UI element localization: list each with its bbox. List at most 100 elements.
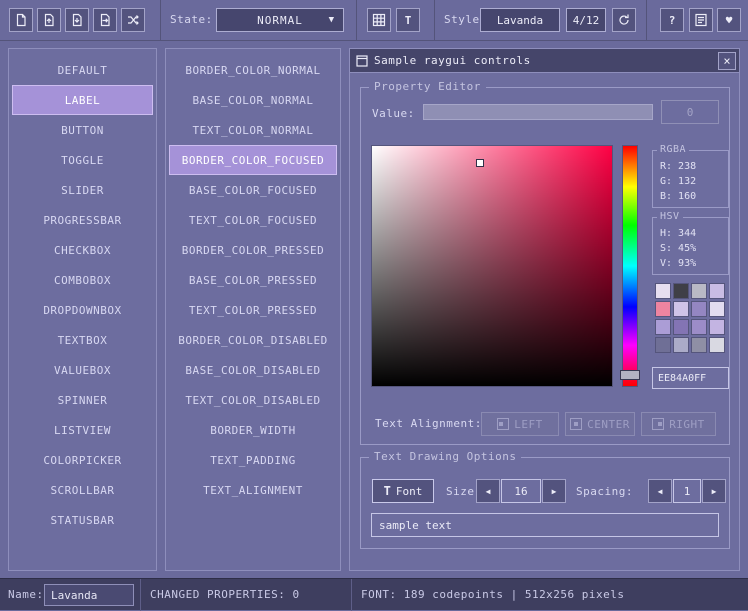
- property-item-selected[interactable]: BORDER_COLOR_FOCUSED: [169, 145, 337, 175]
- control-item-combobox[interactable]: COMBOBOX: [12, 265, 153, 295]
- palette-swatch[interactable]: [655, 301, 671, 317]
- help-button[interactable]: ?: [660, 8, 684, 32]
- style-table-button[interactable]: [367, 8, 391, 32]
- export-style-button[interactable]: [93, 8, 117, 32]
- statusbar-divider: [351, 579, 352, 611]
- palette-swatch[interactable]: [655, 337, 671, 353]
- properties-list: BORDER_COLOR_NORMAL BASE_COLOR_NORMAL TE…: [165, 48, 341, 571]
- property-item[interactable]: TEXT_COLOR_DISABLED: [169, 385, 337, 415]
- control-item-toggle[interactable]: TOGGLE: [12, 145, 153, 175]
- palette-swatch[interactable]: [673, 319, 689, 335]
- help-icon: ?: [669, 14, 676, 27]
- font-atlas-button[interactable]: T: [396, 8, 420, 32]
- reload-style-button[interactable]: [612, 8, 636, 32]
- hue-slider[interactable]: [622, 145, 638, 387]
- control-item-label[interactable]: LABEL: [12, 85, 153, 115]
- property-item[interactable]: BASE_COLOR_DISABLED: [169, 355, 337, 385]
- value-slider: [423, 104, 653, 120]
- property-item[interactable]: BASE_COLOR_PRESSED: [169, 265, 337, 295]
- window-titlebar[interactable]: Sample raygui controls ×: [350, 49, 739, 73]
- palette-swatch[interactable]: [709, 283, 725, 299]
- sample-controls-window: Sample raygui controls × Property Editor…: [349, 48, 740, 571]
- control-item-default[interactable]: DEFAULT: [12, 55, 153, 85]
- random-style-button[interactable]: [121, 8, 145, 32]
- palette-swatch[interactable]: [673, 283, 689, 299]
- left-arrow-icon: ◀: [658, 487, 663, 496]
- hex-color-input[interactable]: EE84A0FF: [652, 367, 729, 389]
- control-item-textbox[interactable]: TEXTBOX: [12, 325, 153, 355]
- palette-swatch[interactable]: [655, 283, 671, 299]
- palette-swatch[interactable]: [691, 301, 707, 317]
- property-item[interactable]: TEXT_COLOR_PRESSED: [169, 295, 337, 325]
- control-item-slider[interactable]: SLIDER: [12, 175, 153, 205]
- size-decrease-button[interactable]: ◀: [476, 479, 500, 503]
- property-item[interactable]: TEXT_PADDING: [169, 445, 337, 475]
- property-item[interactable]: BASE_COLOR_NORMAL: [169, 85, 337, 115]
- font-button-label: Font: [396, 485, 423, 498]
- property-item[interactable]: TEXT_COLOR_NORMAL: [169, 115, 337, 145]
- palette-swatch[interactable]: [709, 319, 725, 335]
- font-T-icon: T: [384, 484, 391, 498]
- control-item-spinner[interactable]: SPINNER: [12, 385, 153, 415]
- name-label: Name:: [8, 579, 44, 611]
- size-value-box[interactable]: 16: [501, 479, 541, 503]
- color-picker-area[interactable]: [371, 145, 613, 387]
- align-center-button: CENTER: [565, 412, 635, 436]
- hex-color-value: EE84A0FF: [658, 373, 706, 384]
- property-item[interactable]: BORDER_COLOR_DISABLED: [169, 325, 337, 355]
- font-info-status: FONT: 189 codepoints | 512x256 pixels: [361, 579, 625, 611]
- property-editor-group-title: Property Editor: [369, 80, 486, 93]
- palette-swatch[interactable]: [709, 337, 725, 353]
- window-close-button[interactable]: ×: [718, 52, 736, 70]
- control-item-dropdownbox[interactable]: DROPDOWNBOX: [12, 295, 153, 325]
- about-button[interactable]: [689, 8, 713, 32]
- new-style-button[interactable]: [9, 8, 33, 32]
- control-item-valuebox[interactable]: VALUEBOX: [12, 355, 153, 385]
- spacing-value-box[interactable]: 1: [673, 479, 701, 503]
- right-arrow-icon: ▶: [712, 487, 717, 496]
- control-item-button[interactable]: BUTTON: [12, 115, 153, 145]
- property-item[interactable]: TEXT_COLOR_FOCUSED: [169, 205, 337, 235]
- control-item-colorpicker[interactable]: COLORPICKER: [12, 445, 153, 475]
- load-file-icon: [42, 13, 56, 27]
- size-increase-button[interactable]: ▶: [542, 479, 566, 503]
- control-item-listview[interactable]: LISTVIEW: [12, 415, 153, 445]
- style-counter[interactable]: 4/12: [566, 8, 606, 32]
- palette-swatch[interactable]: [691, 283, 707, 299]
- style-name-statusbox[interactable]: Lavanda: [44, 584, 134, 606]
- text-drawing-options-title: Text Drawing Options: [369, 450, 521, 463]
- palette-swatch[interactable]: [691, 337, 707, 353]
- style-counter-value: 4/12: [573, 14, 600, 27]
- toolbar-divider: [356, 0, 357, 40]
- state-dropdown-value: NORMAL: [257, 14, 303, 27]
- state-dropdown[interactable]: NORMAL ▼: [216, 8, 344, 32]
- property-item[interactable]: BORDER_WIDTH: [169, 415, 337, 445]
- font-button[interactable]: T Font: [372, 479, 434, 503]
- hue-slider-handle[interactable]: [620, 370, 640, 380]
- spacing-decrease-button[interactable]: ◀: [648, 479, 672, 503]
- style-name-input[interactable]: Lavanda: [480, 8, 560, 32]
- palette-swatch[interactable]: [673, 301, 689, 317]
- property-item[interactable]: TEXT_ALIGNMENT: [169, 475, 337, 505]
- control-item-progressbar[interactable]: PROGRESSBAR: [12, 205, 153, 235]
- spacing-increase-button[interactable]: ▶: [702, 479, 726, 503]
- property-item[interactable]: BASE_COLOR_FOCUSED: [169, 175, 337, 205]
- palette-swatch[interactable]: [655, 319, 671, 335]
- color-picker-cursor[interactable]: [476, 159, 484, 167]
- property-item[interactable]: BORDER_COLOR_PRESSED: [169, 235, 337, 265]
- sponsor-button[interactable]: ♥: [717, 8, 741, 32]
- load-style-button[interactable]: [37, 8, 61, 32]
- property-item[interactable]: BORDER_COLOR_NORMAL: [169, 55, 337, 85]
- sample-text-input[interactable]: sample text: [371, 513, 719, 537]
- changed-properties-status: CHANGED PROPERTIES: 0: [150, 579, 300, 611]
- palette-swatch[interactable]: [691, 319, 707, 335]
- control-item-statusbar[interactable]: STATUSBAR: [12, 505, 153, 535]
- palette-swatch[interactable]: [709, 301, 725, 317]
- align-center-icon: [570, 418, 582, 430]
- rgba-blue-value: B: 160: [660, 189, 728, 204]
- palette-swatch[interactable]: [673, 337, 689, 353]
- hsv-group: HSV H: 344 S: 45% V: 93%: [652, 217, 729, 275]
- control-item-checkbox[interactable]: CHECKBOX: [12, 235, 153, 265]
- save-style-button[interactable]: [65, 8, 89, 32]
- control-item-scrollbar[interactable]: SCROLLBAR: [12, 475, 153, 505]
